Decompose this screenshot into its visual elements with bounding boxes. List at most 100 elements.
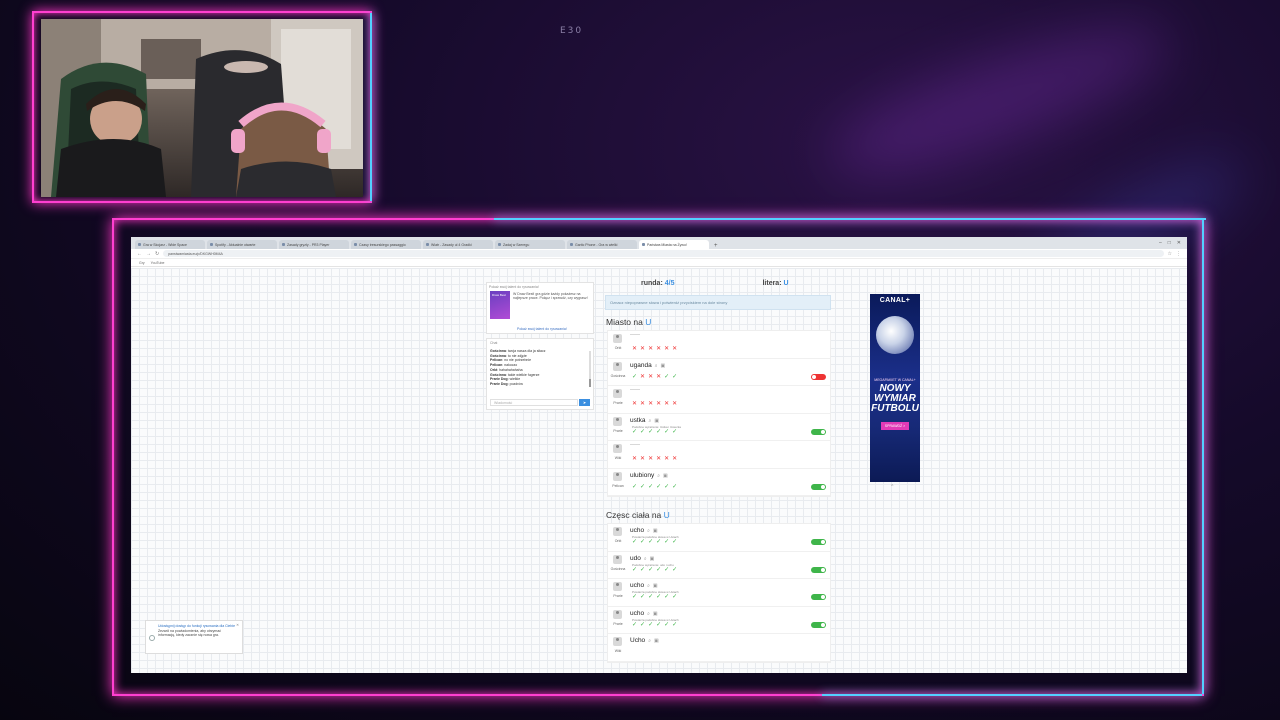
cross-icon[interactable]: ✕ [672,346,677,352]
close-icon[interactable]: ✕ [236,623,239,628]
url-field[interactable]: panstwamiasta.eu/p/DKGWH0M4A [163,250,1164,257]
image-icon[interactable]: ▣ [654,638,659,644]
browser-tab[interactable]: Spotify - Aktualnie otwarte [207,240,277,249]
cross-icon[interactable]: ✕ [664,346,669,352]
image-icon[interactable]: ▣ [653,528,658,534]
ad-banner[interactable]: CANAL+ MEGAPAKIET W CANAL+ NOWY WYMIAR F… [870,294,920,482]
check-icon[interactable]: ✓ [664,374,669,380]
check-icon[interactable]: ✓ [632,567,637,573]
check-icon[interactable]: ✓ [648,429,653,435]
bookmark-star-icon[interactable]: ☆ [1168,251,1172,257]
search-icon[interactable]: ⌕ [657,473,660,479]
check-icon[interactable]: ✓ [632,429,637,435]
browser-tab[interactable]: Gra w Skojarz - Wide Space [135,240,205,249]
browser-tab-active[interactable]: Państwa Miasta na Żywo! [639,240,709,249]
check-icon[interactable]: ✓ [672,539,677,545]
check-icon[interactable]: ✓ [648,622,653,628]
check-icon[interactable]: ✓ [632,594,637,600]
check-icon[interactable]: ✓ [656,594,661,600]
cross-icon[interactable]: ✕ [648,456,653,462]
new-tab-button[interactable]: + [711,243,721,249]
image-icon[interactable]: ▣ [663,473,668,479]
check-icon[interactable]: ✓ [656,539,661,545]
check-icon[interactable]: ✓ [640,484,645,490]
image-icon[interactable]: ▣ [661,363,666,369]
chat-scrollbar[interactable] [589,351,591,387]
image-icon[interactable]: ▣ [654,418,659,424]
cross-icon[interactable]: ✕ [664,456,669,462]
search-icon[interactable]: ⌕ [644,556,647,562]
cross-icon[interactable]: ✕ [672,401,677,407]
check-icon[interactable]: ✓ [640,539,645,545]
check-icon[interactable]: ✓ [672,622,677,628]
check-icon[interactable]: ✓ [664,429,669,435]
check-icon[interactable]: ✓ [640,594,645,600]
validity-toggle[interactable] [811,483,826,490]
check-icon[interactable]: ✓ [648,594,653,600]
check-icon[interactable]: ✓ [632,374,637,380]
cross-icon[interactable]: ✕ [640,346,645,352]
promo-button[interactable]: Pokaż swój talent do rysowania! [517,327,567,331]
check-icon[interactable]: ✓ [672,429,677,435]
browser-tab[interactable]: Zasady gryzły - PR3 Player [279,240,349,249]
back-icon[interactable]: ← [137,251,142,257]
validity-toggle[interactable] [811,539,826,545]
check-icon[interactable]: ✓ [664,622,669,628]
reload-icon[interactable]: ↻ [155,251,159,257]
browser-tab[interactable]: Zadaj w Szeregu [495,240,565,249]
check-icon[interactable]: ✓ [640,567,645,573]
cross-icon[interactable]: ✕ [648,401,653,407]
search-icon[interactable]: ⌕ [647,528,650,534]
minimize-button[interactable]: – [1159,240,1162,246]
cross-icon[interactable]: ✕ [656,346,661,352]
validity-toggle[interactable] [811,594,826,600]
check-icon[interactable]: ✓ [672,484,677,490]
forward-icon[interactable]: → [146,251,151,257]
image-icon[interactable]: ▣ [650,556,655,562]
search-icon[interactable]: ⌕ [648,638,651,644]
validity-toggle[interactable] [811,373,826,380]
cross-icon[interactable]: ✕ [656,456,661,462]
ad-collapse-icon[interactable]: ^ [891,484,893,490]
search-icon[interactable]: ⌕ [655,363,658,369]
cross-icon[interactable]: ✕ [648,346,653,352]
check-icon[interactable]: ✓ [648,567,653,573]
maximize-button[interactable]: □ [1168,240,1171,246]
search-icon[interactable]: ⌕ [647,611,650,617]
browser-tab[interactable]: Czasy tresurskiego passaggio [351,240,421,249]
check-icon[interactable]: ✓ [640,429,645,435]
bookmark-item[interactable]: Gry [139,261,145,265]
check-icon[interactable]: ✓ [656,429,661,435]
browser-tab[interactable]: Wiatr - Zasady ul 4 Gradki [423,240,493,249]
promo-image[interactable]: Draw Best [490,291,510,319]
search-icon[interactable]: ⌕ [647,583,650,589]
cross-icon[interactable]: ✕ [640,456,645,462]
cross-icon[interactable]: ✕ [664,401,669,407]
check-icon[interactable]: ✓ [648,539,653,545]
cross-icon[interactable]: ✕ [640,374,645,380]
cross-icon[interactable]: ✕ [640,401,645,407]
close-window-button[interactable]: ✕ [1177,240,1181,246]
check-icon[interactable]: ✓ [632,622,637,628]
check-icon[interactable]: ✓ [664,594,669,600]
cross-icon[interactable]: ✕ [632,456,637,462]
check-icon[interactable]: ✓ [640,622,645,628]
check-icon[interactable]: ✓ [656,484,661,490]
notification-link[interactable]: Udostępnij dostęp do funkcji rysowania d… [158,624,238,629]
image-icon[interactable]: ▣ [653,611,658,617]
check-icon[interactable]: ✓ [664,484,669,490]
ad-cta-button[interactable]: SPRAWDŹ > [880,422,910,430]
check-icon[interactable]: ✓ [656,622,661,628]
cross-icon[interactable]: ✕ [672,456,677,462]
cross-icon[interactable]: ✕ [632,401,637,407]
validity-toggle[interactable] [811,428,826,435]
check-icon[interactable]: ✓ [664,567,669,573]
validity-toggle[interactable] [811,621,826,628]
validity-toggle[interactable] [811,566,826,573]
check-icon[interactable]: ✓ [656,567,661,573]
bookmark-item[interactable]: YouTube [151,261,165,265]
check-icon[interactable]: ✓ [672,594,677,600]
check-icon[interactable]: ✓ [664,539,669,545]
image-icon[interactable]: ▣ [653,583,658,589]
menu-icon[interactable]: ⋮ [1176,251,1181,257]
